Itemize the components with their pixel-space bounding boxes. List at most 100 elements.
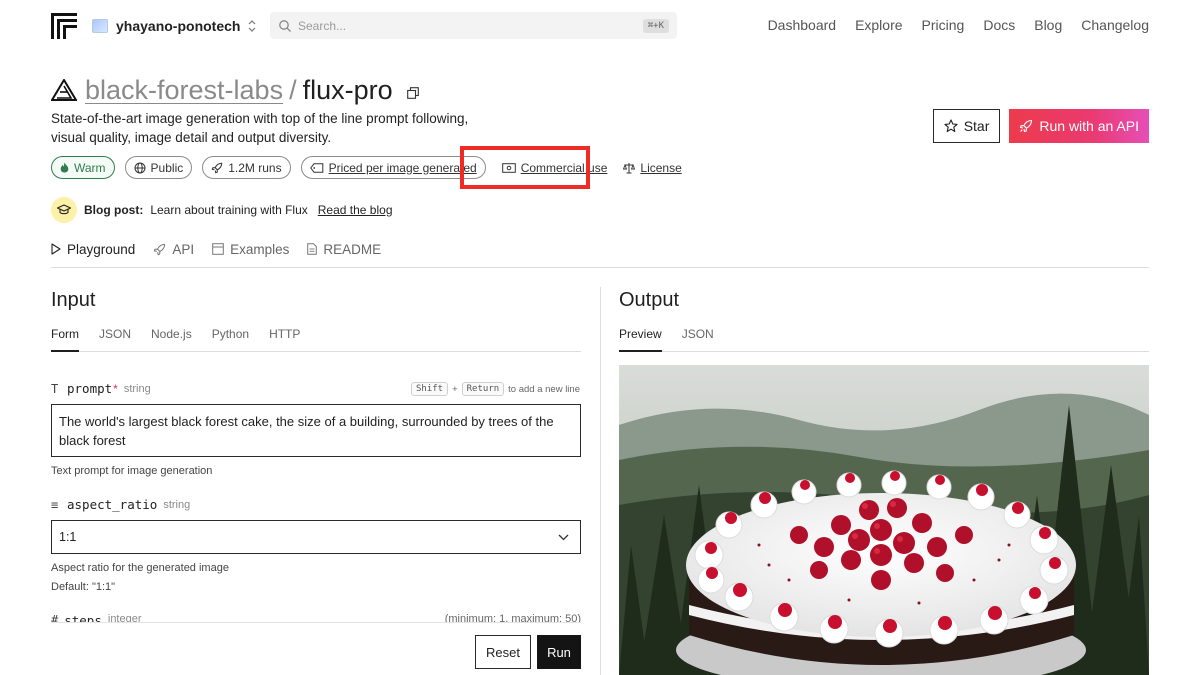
tab-python[interactable]: Python: [212, 326, 249, 352]
model-badges: Warm Public 1.2M runs Priced per image g…: [51, 156, 692, 179]
output-title: Output: [619, 289, 680, 311]
model-description: State-of-the-art image generation with t…: [51, 111, 469, 145]
license-link[interactable]: License: [623, 160, 682, 175]
search-shortcut-hint: ⌘+K: [642, 18, 669, 33]
reset-button[interactable]: Reset: [475, 635, 531, 669]
prompt-type: string: [123, 382, 151, 395]
steps-range: (minimum: 1, maximum: 50): [444, 613, 581, 622]
tab-playground-label: Playground: [67, 241, 136, 257]
rocket-icon: [1020, 119, 1033, 133]
aspect-ratio-select[interactable]: 1:1: [51, 520, 581, 554]
globe-icon: [134, 162, 146, 173]
tab-examples[interactable]: Examples: [212, 238, 289, 260]
nav-link-explore[interactable]: Explore: [855, 17, 902, 33]
pricing-badge[interactable]: Priced per image generated: [300, 156, 486, 179]
commercial-use-link[interactable]: Commercial use: [496, 161, 614, 175]
warm-badge-label: Warm: [74, 160, 106, 175]
nav-link-dashboard[interactable]: Dashboard: [768, 17, 837, 33]
commercial-use-label: Commercial use: [520, 160, 608, 175]
rocket-icon: [211, 162, 223, 173]
model-owner-link[interactable]: black-forest-labs: [85, 75, 283, 106]
run-with-api-label: Run with an API: [1039, 118, 1139, 134]
tab-http[interactable]: HTTP: [269, 326, 300, 352]
prompt-name: prompt: [67, 381, 113, 396]
star-button[interactable]: Star: [932, 109, 1001, 143]
image-icon: [212, 243, 224, 255]
top-nav: yhayano-ponotech ⌘+K Dashboard Explore P…: [0, 0, 1200, 52]
newline-hint: Shift + Return to add a new line: [410, 382, 580, 396]
pricing-badge-label: Priced per image generated: [328, 160, 477, 175]
nav-link-changelog[interactable]: Changelog: [1081, 17, 1149, 33]
read-the-blog-link[interactable]: Read the blog: [318, 203, 393, 217]
workspace-switcher[interactable]: yhayano-ponotech: [92, 16, 256, 36]
steps-name: steps: [64, 613, 102, 622]
number-type-icon: #: [51, 613, 59, 622]
aspect-ratio-field-label: ≡ aspect_ratio string: [51, 497, 190, 512]
license-label: License: [640, 160, 682, 175]
text-type-icon: T: [51, 381, 59, 396]
rocket-icon: [154, 243, 166, 255]
panel-divider: [600, 287, 601, 675]
tab-readme-label: README: [323, 241, 382, 257]
tab-readme[interactable]: README: [307, 238, 381, 260]
warm-badge[interactable]: Warm: [51, 156, 115, 179]
scale-icon: [623, 162, 636, 173]
nav-link-docs[interactable]: Docs: [983, 17, 1015, 33]
output-image[interactable]: [619, 365, 1149, 675]
copy-icon[interactable]: [406, 87, 419, 99]
search-bar[interactable]: ⌘+K: [270, 12, 677, 39]
aspect-ratio-name: aspect_ratio: [67, 497, 158, 512]
star-icon: [944, 119, 958, 133]
replicate-logo-icon[interactable]: [51, 13, 77, 39]
star-button-label: Star: [963, 118, 990, 134]
nav-link-pricing[interactable]: Pricing: [922, 17, 965, 33]
list-type-icon: ≡: [51, 497, 59, 512]
shift-key-hint: Shift: [410, 382, 449, 396]
blog-post-prefix: Blog post:: [84, 203, 144, 217]
model-title: black-forest-labs / flux-pro: [51, 74, 419, 106]
required-marker: *: [113, 381, 118, 396]
tab-preview[interactable]: Preview: [619, 326, 662, 352]
steps-field-label: # steps integer (minimum: 1, maximum: 50…: [51, 612, 581, 622]
tab-playground[interactable]: Playground: [51, 238, 135, 260]
prompt-field-label: T prompt * string: [51, 381, 151, 396]
aspect-ratio-help-text: Aspect ratio for the generated image: [51, 562, 229, 574]
hint-text: to add a new line: [508, 383, 580, 395]
tab-json[interactable]: JSON: [99, 326, 131, 352]
output-tabs: Preview JSON: [619, 326, 1149, 352]
run-button[interactable]: Run: [537, 635, 581, 669]
search-icon: [279, 19, 291, 32]
nav-link-blog[interactable]: Blog: [1034, 17, 1062, 33]
workspace-avatar: [92, 19, 108, 33]
model-name: flux-pro: [302, 74, 393, 105]
tab-api[interactable]: API: [153, 238, 194, 260]
aspect-ratio-value: 1:1: [59, 530, 77, 544]
public-badge[interactable]: Public: [124, 156, 193, 179]
runs-badge-label: 1.2M runs: [228, 160, 282, 175]
graduation-cap-icon: [57, 204, 71, 215]
runs-badge[interactable]: 1.2M runs: [202, 156, 291, 179]
main-tabs: Playground API Examples README: [51, 238, 1149, 268]
chevron-updown-icon: [249, 20, 256, 32]
search-input[interactable]: [298, 18, 643, 33]
tab-examples-label: Examples: [230, 241, 290, 257]
black-forest-labs-logo-icon: [51, 79, 77, 101]
tab-nodejs[interactable]: Node.js: [151, 326, 192, 352]
return-key-hint: Return: [461, 382, 505, 396]
aspect-ratio-default: Default: "1:1": [51, 581, 116, 593]
input-format-tabs: Form JSON Node.js Python HTTP: [51, 326, 581, 352]
nav-links: Dashboard Explore Pricing Docs Blog Chan…: [768, 17, 1149, 33]
title-separator: /: [289, 74, 297, 105]
tab-form[interactable]: Form: [51, 326, 79, 352]
workspace-name: yhayano-ponotech: [116, 18, 241, 34]
header-actions: Star Run with an API: [932, 109, 1149, 143]
banknote-icon: [501, 162, 516, 173]
run-with-api-button[interactable]: Run with an API: [1009, 109, 1149, 143]
blog-post-banner: Blog post: Learn about training with Flu…: [51, 197, 393, 223]
blog-post-text: Learn about training with Flux: [150, 203, 308, 217]
tab-api-label: API: [172, 241, 195, 257]
tab-output-json[interactable]: JSON: [682, 326, 714, 352]
prompt-input[interactable]: The world's largest black forest cake, t…: [51, 404, 581, 457]
play-icon: [51, 243, 61, 255]
input-title: Input: [51, 289, 96, 311]
